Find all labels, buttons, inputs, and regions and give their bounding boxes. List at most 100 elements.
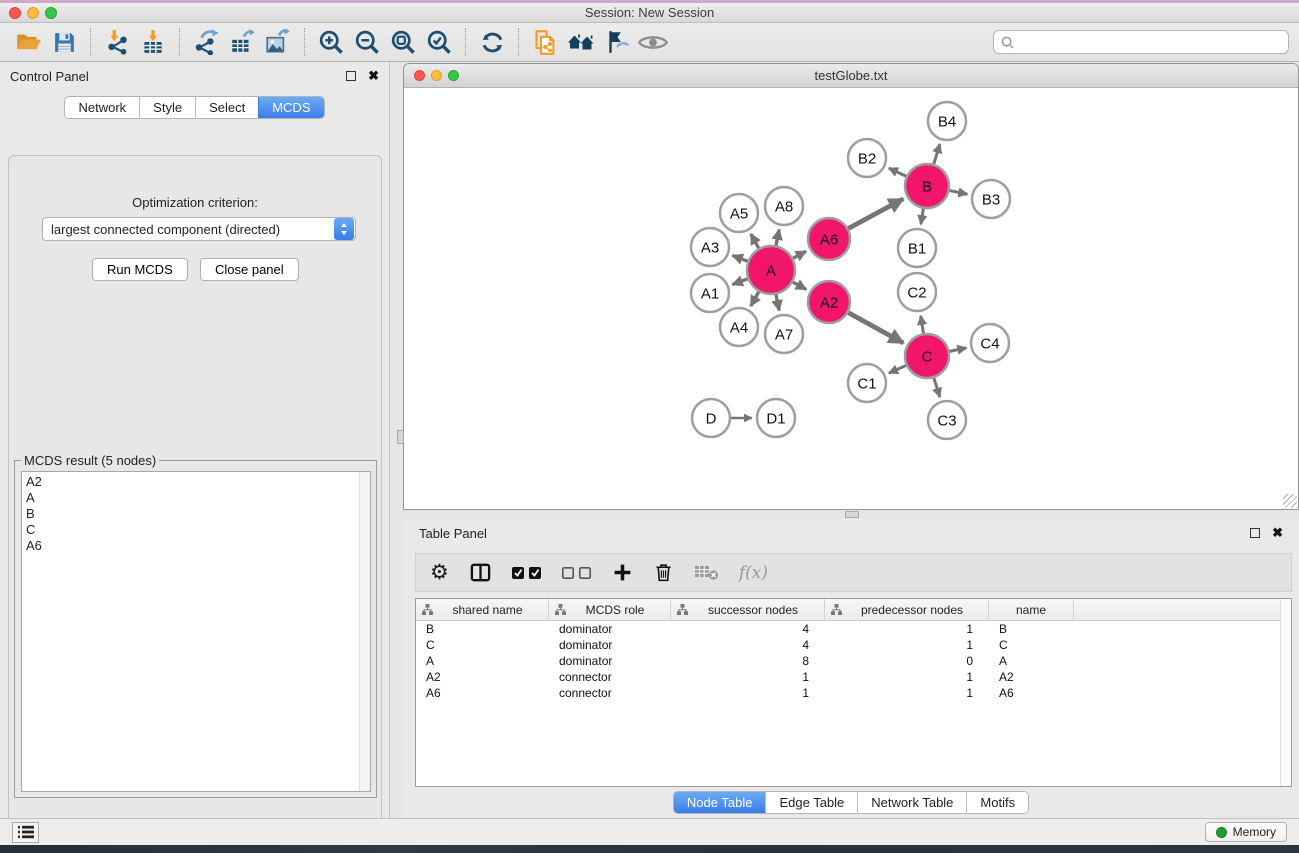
zoom-in-icon[interactable] xyxy=(313,25,349,59)
edge-C-C1[interactable] xyxy=(889,365,906,373)
tab-style[interactable]: Style xyxy=(139,97,195,118)
edge-A6-B[interactable] xyxy=(848,199,903,229)
network-graph[interactable]: B4B2BB3A8A5A6A3B1AA1C2A2A4A7C4CC1C3DD1 xyxy=(404,88,1298,509)
table-cell[interactable]: 1 xyxy=(671,686,825,700)
edge-B-B1[interactable] xyxy=(921,209,924,225)
mcds-result-item[interactable]: A2 xyxy=(26,474,370,490)
table-tab-motifs[interactable]: Motifs xyxy=(966,792,1028,813)
criterion-dropdown[interactable]: largest connected component (directed) xyxy=(42,217,356,241)
close-panel-button[interactable]: Close panel xyxy=(200,258,299,281)
edge-A-A4[interactable] xyxy=(751,292,759,306)
table-cell[interactable]: dominator xyxy=(549,654,671,668)
edge-A-A7[interactable] xyxy=(776,294,779,310)
node-A7[interactable]: A7 xyxy=(765,315,803,353)
export-image-icon[interactable] xyxy=(260,25,296,59)
search-box[interactable] xyxy=(993,30,1289,54)
table-tab-edge-table[interactable]: Edge Table xyxy=(765,792,857,813)
table-tab-network-table[interactable]: Network Table xyxy=(857,792,966,813)
splitpane-handle-bottom[interactable] xyxy=(845,511,859,518)
table-cell[interactable]: A2 xyxy=(989,670,1074,684)
add-column-icon[interactable] xyxy=(612,562,633,583)
node-A4[interactable]: A4 xyxy=(720,308,758,346)
float-table-panel-icon[interactable] xyxy=(1250,528,1260,538)
deselect-all-icon[interactable] xyxy=(562,566,592,580)
zoom-fit-icon[interactable] xyxy=(385,25,421,59)
float-panel-icon[interactable] xyxy=(346,71,356,81)
table-cell[interactable]: 1 xyxy=(825,622,989,636)
edge-A-A6[interactable] xyxy=(793,251,806,258)
table-row[interactable]: Cdominator41C xyxy=(416,637,1291,653)
table-cell[interactable]: A xyxy=(416,654,549,668)
node-D1[interactable]: D1 xyxy=(757,399,795,437)
node-C1[interactable]: C1 xyxy=(848,364,886,402)
zoom-out-icon[interactable] xyxy=(349,25,385,59)
search-input[interactable] xyxy=(1019,35,1282,49)
table-cell[interactable]: C xyxy=(416,638,549,652)
export-table-icon[interactable] xyxy=(224,25,260,59)
mcds-result-item[interactable]: A xyxy=(26,490,370,506)
table-cell[interactable]: connector xyxy=(549,686,671,700)
node-C[interactable]: C xyxy=(905,334,949,378)
table-cell[interactable]: C xyxy=(989,638,1074,652)
table-cell[interactable]: dominator xyxy=(549,622,671,636)
edge-B-B4[interactable] xyxy=(934,144,940,164)
table-cell[interactable]: 8 xyxy=(671,654,825,668)
node-B[interactable]: B xyxy=(905,164,949,208)
table-row[interactable]: Bdominator41B xyxy=(416,621,1291,637)
refresh-icon[interactable] xyxy=(474,25,510,59)
network-window-titlebar[interactable]: testGlobe.txt xyxy=(404,64,1298,88)
column-header-name[interactable]: name xyxy=(989,599,1074,620)
memory-button[interactable]: Memory xyxy=(1205,822,1287,842)
table-cell[interactable]: 1 xyxy=(825,670,989,684)
node-C2[interactable]: C2 xyxy=(898,273,936,311)
toggle-graphics-details-icon[interactable] xyxy=(599,25,635,59)
node-B4[interactable]: B4 xyxy=(928,102,966,140)
save-session-icon[interactable] xyxy=(46,25,82,59)
show-hide-eye-icon[interactable] xyxy=(635,25,671,59)
splitpane-handle-left[interactable] xyxy=(397,430,404,444)
table-scrollbar[interactable] xyxy=(1280,599,1291,786)
node-A8[interactable]: A8 xyxy=(765,187,803,225)
mcds-result-item[interactable]: A6 xyxy=(26,538,370,554)
import-table-icon[interactable] xyxy=(135,25,171,59)
task-history-button[interactable] xyxy=(12,822,39,843)
table-row[interactable]: A2connector11A2 xyxy=(416,669,1291,685)
window-resize-grip[interactable] xyxy=(1283,494,1297,508)
node-A6[interactable]: A6 xyxy=(808,218,850,260)
table-cell[interactable]: A6 xyxy=(989,686,1074,700)
node-A5[interactable]: A5 xyxy=(720,194,758,232)
table-cell[interactable]: A2 xyxy=(416,670,549,684)
edge-C-C3[interactable] xyxy=(934,378,940,397)
edge-A-A2[interactable] xyxy=(793,282,806,289)
table-cell[interactable]: 1 xyxy=(825,638,989,652)
table-cell[interactable]: 0 xyxy=(825,654,989,668)
table-cell[interactable]: connector xyxy=(549,670,671,684)
table-cell[interactable]: 1 xyxy=(825,686,989,700)
node-A3[interactable]: A3 xyxy=(691,228,729,266)
open-session-icon[interactable] xyxy=(10,25,46,59)
mcds-result-item[interactable]: C xyxy=(26,522,370,538)
result-scrollbar[interactable] xyxy=(359,472,370,791)
node-C3[interactable]: C3 xyxy=(928,401,966,439)
table-cell[interactable]: B xyxy=(989,622,1074,636)
node-C4[interactable]: C4 xyxy=(971,324,1009,362)
export-network-icon[interactable] xyxy=(188,25,224,59)
show-columns-icon[interactable] xyxy=(469,561,492,584)
node-A[interactable]: A xyxy=(747,246,795,294)
table-cell[interactable]: dominator xyxy=(549,638,671,652)
network-canvas[interactable]: B4B2BB3A8A5A6A3B1AA1C2A2A4A7C4CC1C3DD1 xyxy=(404,88,1298,509)
edge-A-A8[interactable] xyxy=(776,230,779,246)
column-header-mcds-role[interactable]: MCDS role xyxy=(549,599,671,620)
import-network-icon[interactable] xyxy=(99,25,135,59)
tab-network[interactable]: Network xyxy=(65,97,139,118)
clone-network-icon[interactable] xyxy=(527,25,563,59)
home-icon[interactable] xyxy=(563,25,599,59)
run-mcds-button[interactable]: Run MCDS xyxy=(92,258,188,281)
table-row[interactable]: A6connector11A6 xyxy=(416,685,1291,701)
node-B2[interactable]: B2 xyxy=(848,139,886,177)
node-A2[interactable]: A2 xyxy=(808,281,850,323)
table-row[interactable]: Adominator80A xyxy=(416,653,1291,669)
column-header-predecessor-nodes[interactable]: predecessor nodes xyxy=(825,599,989,620)
close-table-panel-icon[interactable]: ✖ xyxy=(1272,525,1283,541)
table-cell[interactable]: 4 xyxy=(671,622,825,636)
